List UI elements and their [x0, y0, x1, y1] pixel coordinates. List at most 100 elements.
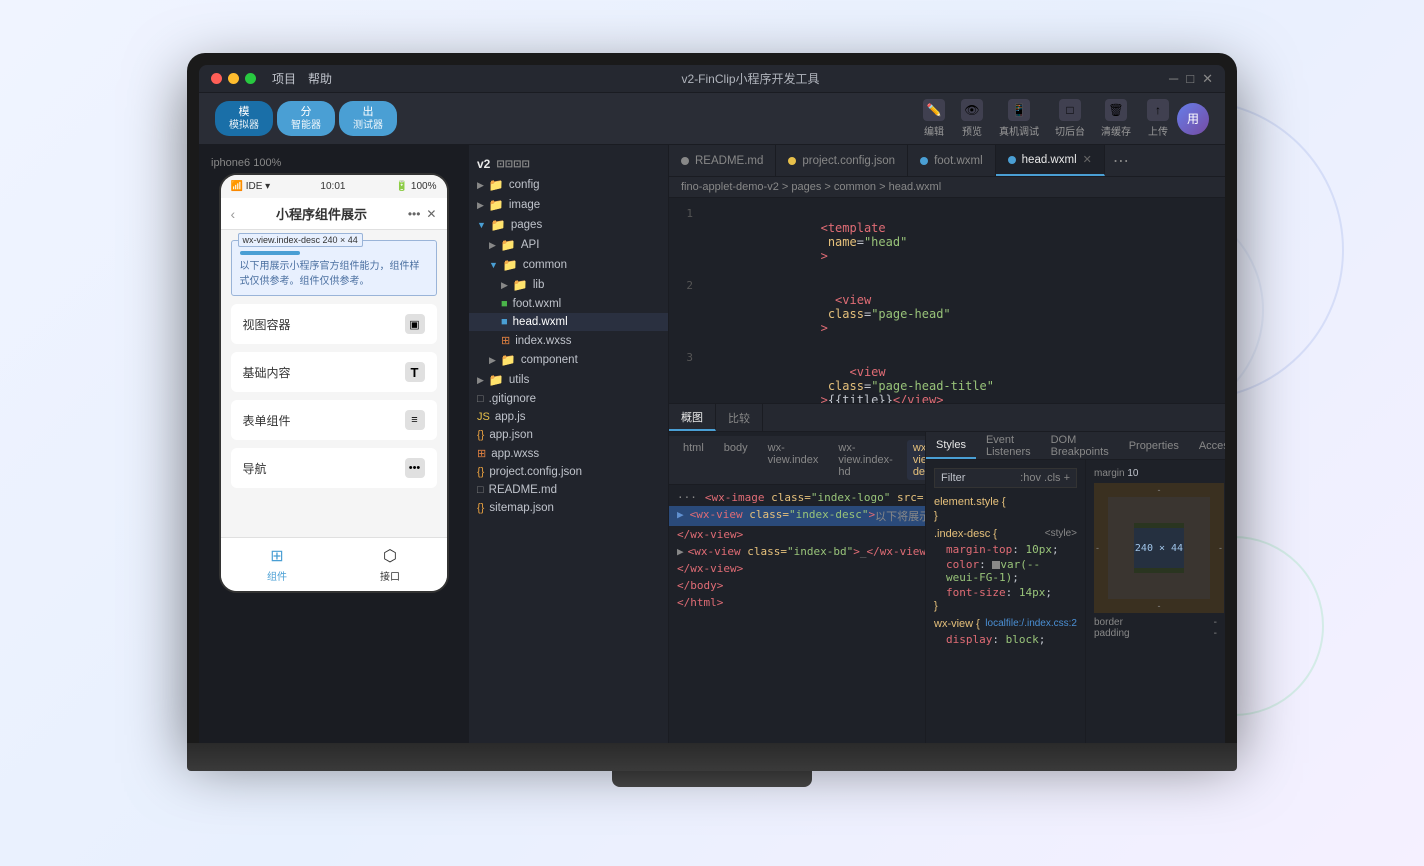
tree-item-appjson[interactable]: {} app.json — [469, 426, 668, 444]
phone-tab-components[interactable]: ⊞ 组件 — [267, 546, 287, 583]
menu-item-project[interactable]: 项目 — [272, 70, 296, 87]
tree-item-head-wxml[interactable]: ■ head.wxml — [469, 313, 668, 331]
html-line-2[interactable]: ▶ <wx-view class="index-desc" >以下将展示小程序官… — [669, 506, 925, 526]
list-item-view-container[interactable]: 视图容器 ▣ — [231, 304, 437, 344]
el-wx-view-index-hd[interactable]: wx-view.index-hd — [832, 440, 898, 480]
html-line-7[interactable]: </html> — [669, 594, 925, 611]
filter-placeholder[interactable]: Filter — [941, 472, 1012, 484]
el-html[interactable]: html — [677, 440, 710, 480]
menu-item-help[interactable]: 帮助 — [308, 70, 332, 87]
more-icon[interactable]: ••• — [408, 207, 421, 221]
app-title: v2-FinClip小程序开发工具 — [348, 70, 1153, 87]
tree-item-appwxss[interactable]: ⊞ app.wxss — [469, 444, 668, 463]
tree-item-api[interactable]: ▶ 📁 API — [469, 235, 668, 255]
styles-left: Filter :hov .cls + element.style { } — [926, 460, 1085, 743]
tab-readme[interactable]: README.md — [669, 145, 776, 176]
el-body[interactable]: body — [718, 440, 754, 480]
tree-item-lib[interactable]: ▶ 📁 lib — [469, 275, 668, 295]
el-wx-view-index-desc[interactable]: wx-view.index-desc — [907, 440, 925, 480]
close-nav-icon[interactable]: ✕ — [426, 207, 436, 221]
tree-item-foot-wxml[interactable]: ■ foot.wxml — [469, 295, 668, 313]
bm-margin-bottom: - — [1158, 601, 1161, 611]
bm-padding: 240 × 44 — [1134, 523, 1184, 573]
tree-item-projectconfig[interactable]: {} project.config.json — [469, 463, 668, 481]
list-icon-4: ••• — [405, 458, 425, 478]
tree-item-utils[interactable]: ▶ 📁 utils — [469, 370, 668, 390]
clock: 10:01 — [320, 181, 345, 192]
styles-tab-dom[interactable]: DOM Breakpoints — [1041, 432, 1119, 459]
debugger-button[interactable]: 分 智能器 — [277, 101, 335, 136]
list-label-2: 基础内容 — [243, 364, 291, 381]
user-avatar[interactable]: 用 — [1177, 103, 1209, 135]
html-line-5[interactable]: </wx-view> — [669, 560, 925, 577]
styles-tab-accessibility[interactable]: Accessibility — [1189, 432, 1225, 459]
tree-item-common[interactable]: ▼ 📁 common — [469, 255, 668, 275]
simulator-button[interactable]: 模 模拟器 — [215, 101, 273, 136]
html-line-6[interactable]: </body> — [669, 577, 925, 594]
test-button[interactable]: 出 测试器 — [339, 101, 397, 136]
tab-head-wxml[interactable]: head.wxml ✕ — [996, 145, 1105, 176]
edit-action[interactable]: ✏️ 编辑 — [923, 99, 945, 138]
styles-tab-event[interactable]: Event Listeners — [976, 432, 1041, 459]
more-tabs-icon[interactable]: ⋯ — [1105, 151, 1137, 171]
html-line-4[interactable]: ▶ <wx-view class="index-bd" >_</wx-view> — [669, 543, 925, 560]
code-line-3: 3 <view class="page-head-title" >{{title… — [669, 350, 1225, 403]
device-debug-action[interactable]: 📱 真机调试 — [999, 99, 1039, 138]
element-selector-bar: html body wx-view.index wx-view.index-hd… — [669, 436, 925, 485]
devtools-tab-overview[interactable]: 概图 — [669, 404, 716, 431]
devtools-left-panel: html body wx-view.index wx-view.index-hd… — [669, 432, 925, 743]
tree-item-sitemap[interactable]: {} sitemap.json — [469, 499, 668, 517]
tree-item-pages[interactable]: ▼ 📁 pages — [469, 215, 668, 235]
clear-cache-action[interactable]: 🗑 清缓存 — [1101, 99, 1131, 138]
window-restore-icon[interactable]: □ — [1186, 71, 1194, 86]
tree-item-readme[interactable]: □ README.md — [469, 481, 668, 499]
html-line-1[interactable]: ··· <wx-image class="index-logo" src="..… — [669, 489, 925, 506]
code-editor[interactable]: 1 <template name="head" > 2 <view — [669, 198, 1225, 403]
index-desc-selector: .index-desc { — [934, 528, 997, 540]
tab-close-icon[interactable]: ✕ — [1083, 153, 1092, 166]
devtools-tab-compare[interactable]: 比较 — [716, 404, 763, 431]
background-action[interactable]: □ 切后台 — [1055, 99, 1085, 138]
tree-item-image[interactable]: ▶ 📁 image — [469, 195, 668, 215]
html-line-3[interactable]: </wx-view> — [669, 526, 925, 543]
preview-action[interactable]: 👁 预览 — [961, 99, 983, 138]
phone-tab-api[interactable]: ⬡ 接口 — [380, 546, 400, 583]
list-item-form[interactable]: 表单组件 ≡ — [231, 400, 437, 440]
line-content-2: <view class="page-head" > — [705, 279, 951, 349]
minimize-button[interactable] — [228, 73, 239, 84]
html-tree: ··· <wx-image class="index-logo" src="..… — [669, 485, 925, 615]
battery-indicator: 🔋 100% — [396, 181, 437, 192]
element-text: 以下用展示小程序官方组件能力，组件样式仅供参考。组件仅供参考。 — [240, 259, 428, 289]
tree-item-gitignore[interactable]: □ .gitignore — [469, 390, 668, 408]
close-button[interactable] — [211, 73, 222, 84]
titlebar-right: ─ □ ✕ — [1169, 71, 1213, 87]
list-item-nav[interactable]: 导航 ••• — [231, 448, 437, 488]
maximize-button[interactable] — [245, 73, 256, 84]
code-line-2: 2 <view class="page-head" > — [669, 278, 1225, 350]
tab-project-config[interactable]: project.config.json — [776, 145, 908, 176]
tree-item-config[interactable]: ▶ 📁 config — [469, 175, 668, 195]
el-wx-view-index[interactable]: wx-view.index — [762, 440, 825, 480]
window-minimize-icon[interactable]: ─ — [1169, 71, 1178, 86]
styles-tab-properties[interactable]: Properties — [1119, 432, 1189, 459]
window-close-icon[interactable]: ✕ — [1202, 71, 1213, 87]
upload-action[interactable]: ↑ 上传 — [1147, 99, 1169, 138]
styles-tab-styles[interactable]: Styles — [926, 432, 976, 459]
screen-content: 项目 帮助 v2-FinClip小程序开发工具 ─ □ ✕ 模 模拟器 — [199, 65, 1225, 743]
box-model-diagram: - - - - 240 × 44 — [1094, 483, 1224, 613]
phone-nav-actions: ••• ✕ — [408, 207, 437, 221]
tree-item-component[interactable]: ▶ 📁 component — [469, 350, 668, 370]
tree-item-appjs[interactable]: JS app.js — [469, 408, 668, 426]
tree-icons: ⊡⊡⊡⊡ — [496, 159, 530, 170]
back-icon[interactable]: ‹ — [231, 206, 236, 222]
tree-item-index-wxss[interactable]: ⊞ index.wxss — [469, 331, 668, 350]
line-num-1: 1 — [669, 207, 705, 277]
tab-readme-label: README.md — [695, 155, 763, 167]
window-controls — [211, 73, 256, 84]
devtools-tabs: 概图 比较 — [669, 404, 1225, 432]
wx-view-selector: wx-view { — [934, 618, 980, 630]
tab-foot-wxml[interactable]: foot.wxml — [908, 145, 996, 176]
laptop-screen: 项目 帮助 v2-FinClip小程序开发工具 ─ □ ✕ 模 模拟器 — [187, 53, 1237, 743]
filter-buttons: :hov .cls + — [1020, 472, 1070, 484]
list-item-basic-content[interactable]: 基础内容 T — [231, 352, 437, 392]
